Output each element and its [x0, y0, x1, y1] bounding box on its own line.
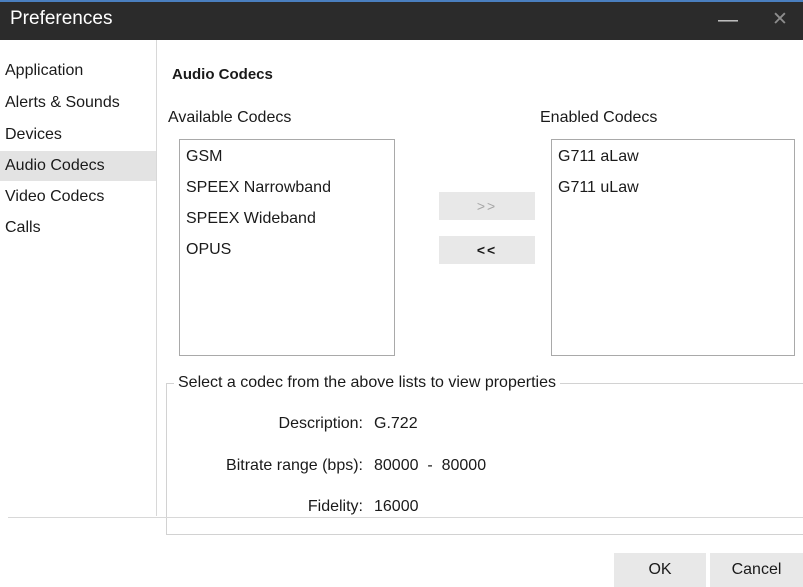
list-item-speex-wideband[interactable]: SPEEX Wideband: [186, 210, 316, 228]
close-button[interactable]: ✕: [760, 6, 800, 36]
properties-legend: Select a codec from the above lists to v…: [174, 374, 560, 392]
sidebar-item-alerts-sounds[interactable]: Alerts & Sounds: [0, 88, 156, 118]
window-title: Preferences: [10, 8, 113, 29]
ok-button[interactable]: OK: [614, 553, 706, 587]
available-codecs-label: Available Codecs: [168, 109, 292, 126]
title-bar: Preferences — ✕: [0, 0, 803, 40]
minimize-button[interactable]: —: [708, 6, 748, 36]
bitrate-label: Bitrate range (bps):: [226, 457, 363, 474]
list-item-speex-narrowband[interactable]: SPEEX Narrowband: [186, 179, 331, 197]
available-codecs-list[interactable]: GSM SPEEX Narrowband SPEEX Wideband OPUS: [179, 139, 395, 356]
enabled-codecs-list[interactable]: G711 aLaw G711 uLaw: [551, 139, 795, 356]
add-codec-button[interactable]: >>: [439, 192, 535, 220]
sidebar-nav: Application Alerts & Sounds Devices Audi…: [0, 40, 157, 516]
list-item-g711-alaw[interactable]: G711 aLaw: [558, 148, 639, 166]
fidelity-value: 16000: [374, 498, 419, 515]
sidebar-item-calls[interactable]: Calls: [0, 213, 156, 243]
bitrate-value: 80000 - 80000: [374, 457, 487, 474]
cancel-button[interactable]: Cancel: [710, 553, 803, 587]
section-title: Audio Codecs: [172, 66, 273, 83]
fidelity-label: Fidelity:: [307, 498, 363, 515]
sidebar-item-audio-codecs[interactable]: Audio Codecs: [0, 151, 156, 181]
list-item-opus[interactable]: OPUS: [186, 241, 231, 259]
sidebar-item-application[interactable]: Application: [0, 56, 156, 86]
sidebar-item-devices[interactable]: Devices: [0, 120, 156, 150]
list-item-g711-ulaw[interactable]: G711 uLaw: [558, 179, 639, 197]
footer-divider: [8, 517, 803, 518]
description-label: Description:: [278, 415, 363, 432]
remove-codec-button[interactable]: <<: [439, 236, 535, 264]
sidebar-item-video-codecs[interactable]: Video Codecs: [0, 182, 156, 212]
description-value: G.722: [374, 415, 418, 432]
enabled-codecs-label: Enabled Codecs: [540, 109, 658, 126]
list-item-gsm[interactable]: GSM: [186, 148, 222, 166]
